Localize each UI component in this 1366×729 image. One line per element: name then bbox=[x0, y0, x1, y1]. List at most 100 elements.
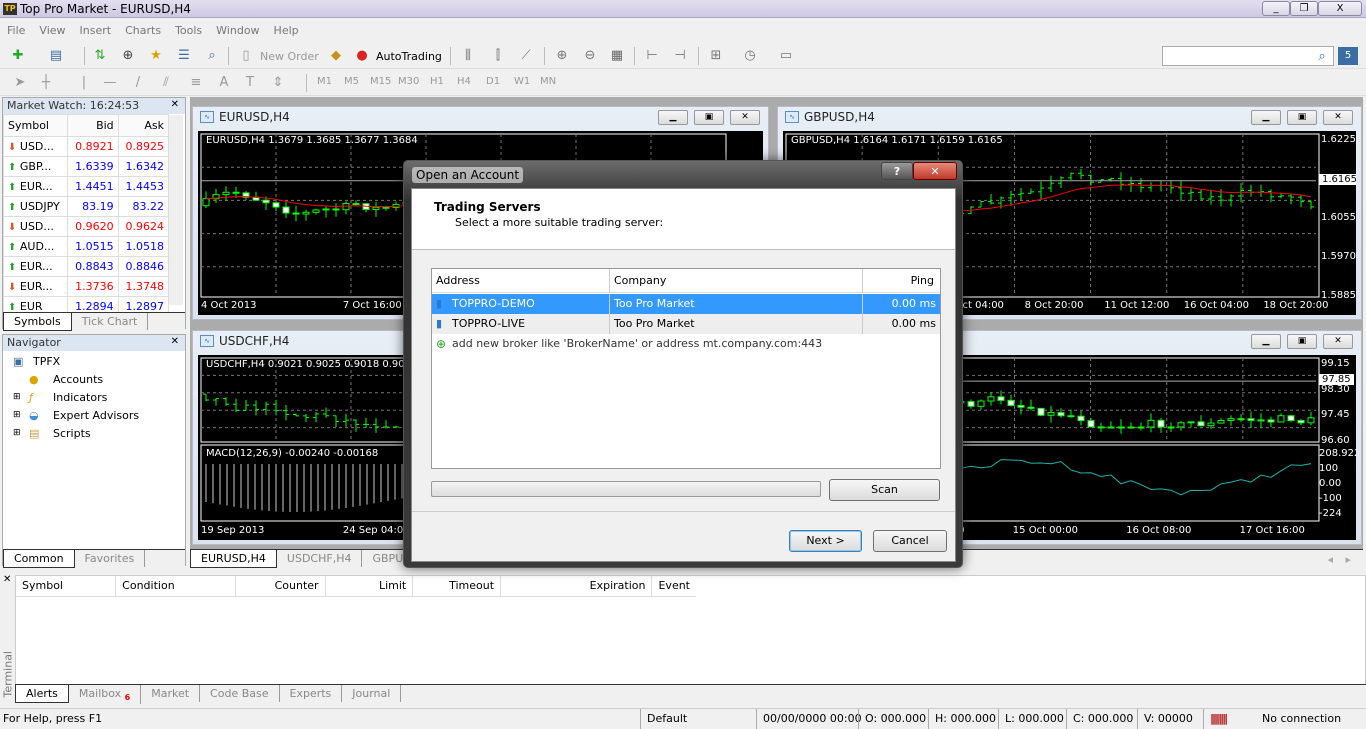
menu-window[interactable]: Window bbox=[209, 20, 266, 37]
terminal-icon[interactable]: ☰ bbox=[174, 47, 194, 65]
scroll-left-icon[interactable]: ◂ bbox=[1327, 553, 1333, 566]
timeframe-mn[interactable]: MN bbox=[540, 76, 556, 87]
navigator-icon[interactable]: ★ bbox=[146, 47, 166, 65]
tab-code-base[interactable]: Code Base bbox=[200, 685, 280, 702]
profiles-icon[interactable]: ▤ bbox=[46, 47, 66, 65]
close-button[interactable]: ✕ bbox=[1323, 334, 1353, 349]
timeframe-m15[interactable]: M15 bbox=[370, 76, 391, 87]
col-bid[interactable]: Bid bbox=[67, 114, 119, 137]
expand-icon[interactable]: ⊞ bbox=[13, 410, 21, 420]
tile-windows-icon[interactable]: ▦ bbox=[607, 47, 627, 65]
zoom-in-icon[interactable]: ⊕ bbox=[552, 47, 572, 65]
menu-insert[interactable]: Insert bbox=[73, 20, 119, 37]
timeframe-m1[interactable]: M1 bbox=[317, 76, 332, 87]
help-button[interactable]: ? bbox=[881, 162, 913, 180]
chart-tab-usdchf[interactable]: USDCHF,H4 bbox=[277, 550, 363, 567]
periods-icon[interactable]: ◷ bbox=[740, 47, 760, 65]
indicators-icon[interactable]: ⊞ bbox=[706, 47, 726, 65]
close-icon[interactable]: ✕ bbox=[171, 99, 179, 110]
scroll-right-icon[interactable]: ▸ bbox=[1345, 553, 1351, 566]
add-broker-row[interactable]: ⊕ add new broker like 'BrokerName' or ad… bbox=[432, 334, 940, 354]
col-symbol[interactable]: Symbol bbox=[2, 114, 69, 137]
timeframe-h1[interactable]: H1 bbox=[430, 76, 444, 87]
tab-favorites[interactable]: Favorites bbox=[75, 550, 146, 567]
market-watch-row[interactable]: ⬆ AUD... 1.0515 1.0518 bbox=[2, 236, 170, 257]
col-event[interactable]: Event bbox=[652, 576, 696, 596]
col-counter[interactable]: Counter bbox=[235, 576, 326, 596]
arrows-icon[interactable]: ⇕ bbox=[268, 74, 288, 92]
cursor-icon[interactable]: ➤ bbox=[10, 74, 30, 92]
strategy-tester-icon[interactable]: ⌕ bbox=[202, 47, 222, 65]
text-label-icon[interactable]: T bbox=[240, 74, 260, 92]
menu-help[interactable]: Help bbox=[267, 20, 306, 37]
data-window-icon[interactable]: ⊕ bbox=[118, 47, 138, 65]
autotrading-button[interactable]: AutoTrading bbox=[376, 50, 442, 63]
templates-icon[interactable]: ▭ bbox=[776, 47, 796, 65]
autoscroll-icon[interactable]: ⊣ bbox=[670, 47, 690, 65]
maximize-button[interactable]: ▣ bbox=[1287, 110, 1317, 125]
tab-alerts[interactable]: Alerts bbox=[15, 685, 69, 703]
market-watch-row[interactable]: ⬇ EUR... 1.3736 1.3748 bbox=[2, 276, 170, 297]
market-watch-row[interactable]: ⬆ GBP... 1.6339 1.6342 bbox=[2, 156, 170, 177]
minimize-button[interactable]: ▁ bbox=[658, 110, 688, 125]
menu-view[interactable]: View bbox=[32, 20, 72, 37]
minimize-button[interactable]: _ bbox=[1262, 1, 1290, 16]
col-ask[interactable]: Ask bbox=[117, 114, 170, 137]
line-chart-icon[interactable]: ⟋ bbox=[516, 47, 536, 65]
timeframe-m5[interactable]: M5 bbox=[344, 76, 359, 87]
menu-tools[interactable]: Tools bbox=[168, 20, 209, 37]
search-input[interactable] bbox=[1162, 46, 1334, 66]
expand-icon[interactable]: ⊞ bbox=[13, 392, 21, 402]
maximize-button[interactable]: ▣ bbox=[1287, 334, 1317, 349]
col-timeout[interactable]: Timeout bbox=[412, 576, 502, 596]
server-row[interactable]: ▮ TOPPRO-LIVE Too Pro Market 0.00 ms bbox=[432, 314, 940, 334]
timeframe-m30[interactable]: M30 bbox=[398, 76, 419, 87]
nav-expert-advisors[interactable]: Expert Advisors bbox=[53, 409, 139, 422]
market-watch-row[interactable]: ⬆ USDJPY 83.19 83.22 bbox=[2, 196, 170, 217]
market-watch-row[interactable]: ⬇ USD... 0.9620 0.9624 bbox=[2, 216, 170, 237]
search-icon[interactable]: ⌕ bbox=[1312, 48, 1332, 66]
market-watch-row[interactable]: ⬆ EUR... 1.4451 1.4453 bbox=[2, 176, 170, 197]
col-ping[interactable]: Ping bbox=[863, 269, 940, 293]
market-watch-row[interactable]: ⬆ EUR... 0.8843 0.8846 bbox=[2, 256, 170, 277]
scan-button[interactable]: Scan bbox=[829, 479, 940, 501]
tab-experts[interactable]: Experts bbox=[280, 685, 343, 702]
nav-accounts[interactable]: Accounts bbox=[53, 373, 103, 386]
tab-journal[interactable]: Journal bbox=[342, 685, 402, 702]
crosshair-icon[interactable]: ┼ bbox=[36, 74, 56, 92]
timeframe-w1[interactable]: W1 bbox=[514, 76, 530, 87]
close-button[interactable]: ✕ bbox=[730, 110, 760, 125]
server-row[interactable]: ▮ TOPPRO-DEMO Too Pro Market 0.00 ms bbox=[432, 294, 940, 314]
close-button[interactable]: ✕ bbox=[913, 162, 957, 180]
new-chart-icon[interactable]: ✚ bbox=[8, 47, 28, 65]
timeframe-d1[interactable]: D1 bbox=[486, 76, 500, 87]
col-limit[interactable]: Limit bbox=[325, 576, 414, 596]
next-button[interactable]: Next > bbox=[789, 530, 862, 552]
expand-icon[interactable]: ⊞ bbox=[13, 428, 21, 438]
channel-icon[interactable]: ⫽ bbox=[156, 74, 176, 92]
minimize-button[interactable]: ▁ bbox=[1251, 110, 1281, 125]
close-button[interactable]: ✕ bbox=[1323, 110, 1353, 125]
metaeditor-icon[interactable]: ◆ bbox=[326, 47, 346, 65]
status-profile[interactable]: Default bbox=[640, 709, 687, 729]
status-connection[interactable]: No connection bbox=[1256, 709, 1341, 729]
tab-common[interactable]: Common bbox=[3, 550, 75, 568]
market-watch-icon[interactable]: ⇅ bbox=[90, 47, 110, 65]
nav-scripts[interactable]: Scripts bbox=[53, 427, 91, 440]
mql5-icon[interactable]: 5 bbox=[1338, 47, 1358, 65]
scrollbar[interactable] bbox=[169, 115, 183, 305]
chart-tab-eurusd[interactable]: EURUSD,H4 bbox=[190, 550, 277, 568]
menu-file[interactable]: File bbox=[0, 20, 32, 37]
close-icon[interactable]: ✕ bbox=[3, 574, 11, 585]
col-symbol[interactable]: Symbol bbox=[16, 576, 117, 596]
nav-indicators[interactable]: Indicators bbox=[53, 391, 107, 404]
maximize-button[interactable]: ▣ bbox=[694, 110, 724, 125]
nav-root[interactable]: TPFX bbox=[33, 355, 60, 368]
col-company[interactable]: Company bbox=[610, 269, 863, 293]
close-icon[interactable]: ✕ bbox=[171, 336, 179, 347]
chart-shift-icon[interactable]: ⊢ bbox=[642, 47, 662, 65]
fibonacci-icon[interactable]: ≡ bbox=[186, 74, 206, 92]
tab-symbols[interactable]: Symbols bbox=[3, 313, 72, 331]
horizontal-line-icon[interactable]: — bbox=[100, 74, 120, 92]
timeframe-h4[interactable]: H4 bbox=[457, 76, 471, 87]
